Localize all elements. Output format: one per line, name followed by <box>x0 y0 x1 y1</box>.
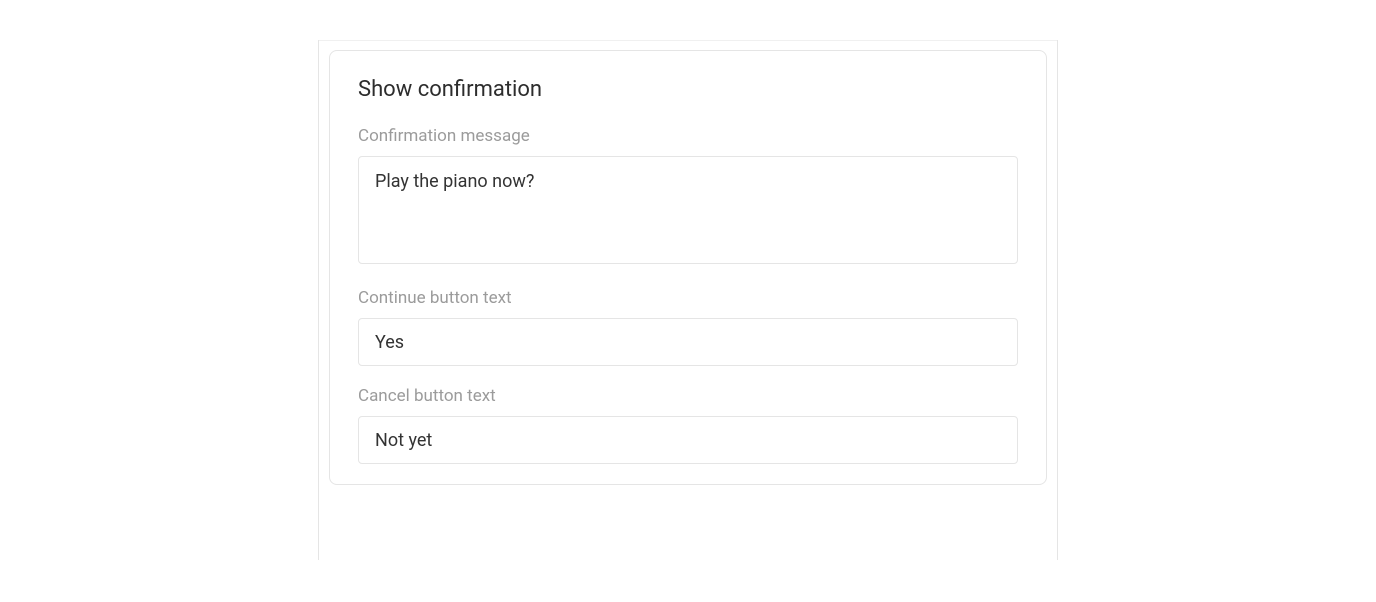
show-confirmation-card: Show confirmation Confirmation message P… <box>329 50 1047 485</box>
confirmation-message-label: Confirmation message <box>358 126 1018 146</box>
confirmation-message-input[interactable]: Play the piano now? <box>358 156 1018 264</box>
continue-button-text-label: Continue button text <box>358 288 1018 308</box>
settings-panel-wrap: Show confirmation Confirmation message P… <box>318 40 1058 560</box>
card-title: Show confirmation <box>358 77 1018 102</box>
cancel-button-text-label: Cancel button text <box>358 386 1018 406</box>
continue-button-text-input[interactable] <box>358 318 1018 366</box>
cancel-button-text-input[interactable] <box>358 416 1018 464</box>
